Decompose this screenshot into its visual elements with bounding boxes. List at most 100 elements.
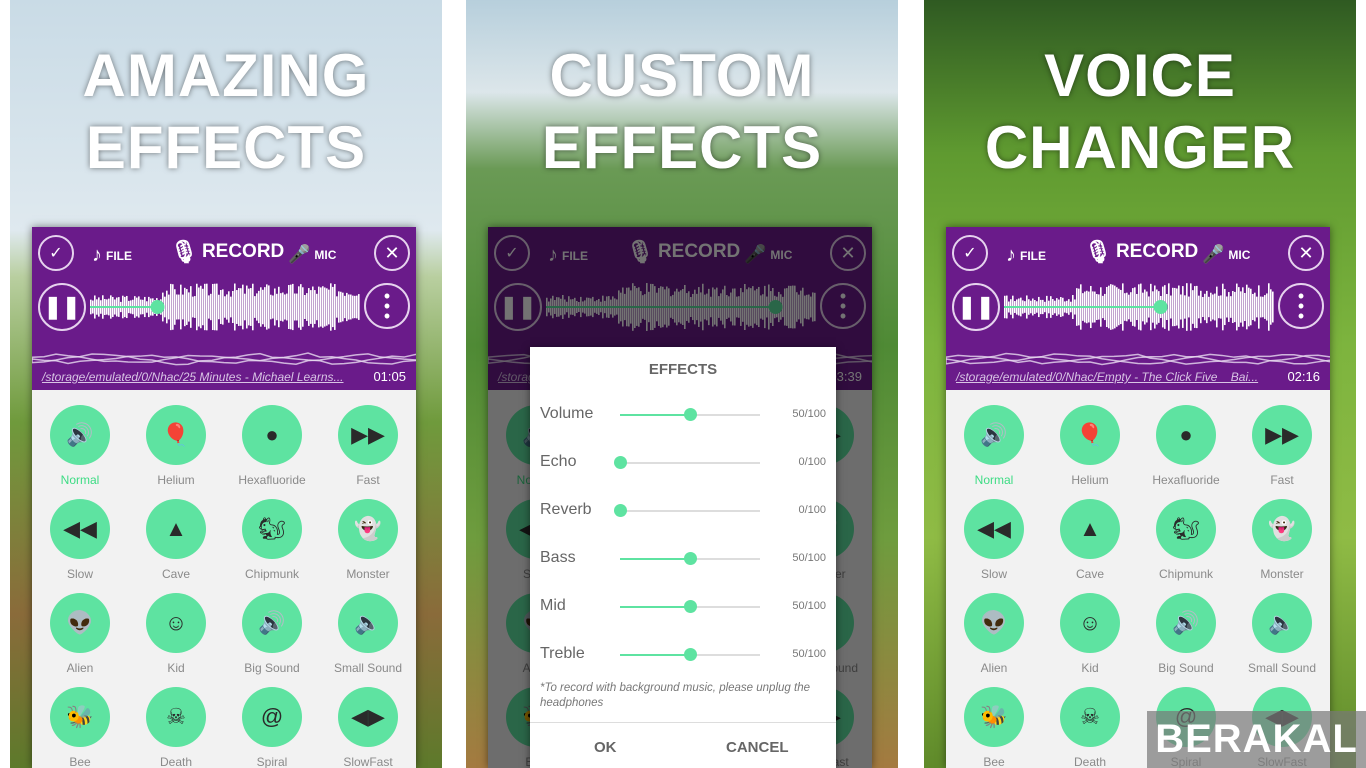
waveform-bar bbox=[1176, 288, 1178, 326]
waveform-bar bbox=[272, 295, 274, 319]
clipboard-check-icon[interactable]: ✓ bbox=[38, 235, 74, 271]
record-button[interactable]: 🎙RECORD bbox=[170, 239, 284, 265]
waveform-bar bbox=[1210, 292, 1212, 322]
file-path-link[interactable]: /storage/emulated/0/Nhac/25 Minutes - Mi… bbox=[42, 370, 344, 384]
effect-monster[interactable]: 👻Monster bbox=[1234, 484, 1330, 581]
effect-cave[interactable]: ▲Cave bbox=[1042, 484, 1138, 581]
waveform-bar bbox=[340, 291, 342, 323]
slider-thumb[interactable] bbox=[614, 456, 627, 469]
effect-monster[interactable]: 👻Monster bbox=[320, 484, 416, 581]
effect-icon: ◀▶ bbox=[338, 687, 398, 747]
effect-slow[interactable]: ◀◀Slow bbox=[32, 484, 128, 581]
effect-fast[interactable]: ▶▶Fast bbox=[1234, 390, 1330, 487]
waveform-bar bbox=[1226, 296, 1228, 318]
ok-button[interactable]: OK bbox=[594, 739, 617, 756]
effect-normal[interactable]: 🔊Normal bbox=[32, 390, 128, 487]
slider-track[interactable] bbox=[620, 648, 760, 661]
slider-thumb[interactable] bbox=[684, 648, 697, 661]
record-button[interactable]: 🎙RECORD bbox=[1084, 239, 1198, 265]
waveform-bar bbox=[256, 293, 258, 321]
waveform-bar bbox=[242, 284, 244, 330]
tools-icon[interactable]: ✕ bbox=[1288, 235, 1324, 271]
effect-alien[interactable]: 👽Alien bbox=[946, 578, 1042, 675]
more-options-button[interactable]: ••• bbox=[1278, 283, 1324, 329]
effect-big-sound[interactable]: 🔊Big Sound bbox=[224, 578, 320, 675]
duration: 02:16 bbox=[1287, 369, 1320, 384]
slider-thumb[interactable] bbox=[684, 552, 697, 565]
slider-track[interactable] bbox=[620, 552, 760, 565]
effect-normal[interactable]: 🔊Normal bbox=[946, 390, 1042, 487]
file-button[interactable]: ♪FILE bbox=[92, 244, 132, 267]
effect-helium[interactable]: 🎈Helium bbox=[128, 390, 224, 487]
effect-death[interactable]: ☠ Death bbox=[128, 672, 224, 768]
waveform-seekbar[interactable] bbox=[1004, 279, 1274, 335]
effect-cave[interactable]: ▲Cave bbox=[128, 484, 224, 581]
effect-label: Death bbox=[1073, 755, 1107, 768]
slider-track[interactable] bbox=[614, 504, 760, 517]
effect-kid[interactable]: ☺Kid bbox=[1042, 578, 1138, 675]
waveform-bar bbox=[200, 285, 202, 329]
waveform-bar bbox=[1240, 291, 1242, 323]
slider-thumb[interactable] bbox=[684, 600, 697, 613]
tools-icon[interactable]: ✕ bbox=[374, 235, 410, 271]
effect-small-sound[interactable]: 🔈Small Sound bbox=[320, 578, 416, 675]
effect-chipmunk[interactable]: 🐿Chipmunk bbox=[1138, 484, 1234, 581]
effect-chipmunk[interactable]: 🐿Chipmunk bbox=[224, 484, 320, 581]
waveform-bar bbox=[270, 294, 272, 320]
waveform-bar bbox=[1218, 295, 1220, 319]
waveform-bar bbox=[1188, 296, 1190, 318]
waveform-bar bbox=[1228, 292, 1230, 322]
slider-value: 50/100 bbox=[792, 600, 826, 612]
waveform-bar bbox=[264, 287, 266, 327]
slider-thumb[interactable] bbox=[684, 408, 697, 421]
waveform-bar bbox=[168, 294, 170, 320]
slider-thumb[interactable] bbox=[614, 504, 627, 517]
effect-bee[interactable]: 🐝 Bee bbox=[946, 672, 1042, 768]
waveform-bar bbox=[1198, 295, 1200, 319]
slider-track[interactable] bbox=[620, 408, 760, 421]
file-path-link[interactable]: /storage/emulated/0/Nhac/Empty - The Cli… bbox=[956, 370, 1258, 384]
effect-kid[interactable]: ☺Kid bbox=[128, 578, 224, 675]
waveform-bar bbox=[248, 288, 250, 326]
pause-button[interactable]: ❚❚ bbox=[38, 283, 86, 331]
effect-death[interactable]: ☠ Death bbox=[1042, 672, 1138, 768]
waveform-bar bbox=[1216, 286, 1218, 328]
waveform-seekbar[interactable] bbox=[90, 279, 360, 335]
slider-track[interactable] bbox=[614, 456, 760, 469]
waveform-bar bbox=[1208, 296, 1210, 318]
effect-small-sound[interactable]: 🔈Small Sound bbox=[1234, 578, 1330, 675]
waveform-bar bbox=[1184, 295, 1186, 319]
effect-spiral[interactable]: @ Spiral bbox=[224, 672, 320, 768]
effect-fast[interactable]: ▶▶Fast bbox=[320, 390, 416, 487]
waveform-bar bbox=[1264, 295, 1266, 319]
cancel-button[interactable]: CANCEL bbox=[726, 739, 789, 756]
waveform-bar bbox=[292, 283, 294, 331]
pause-button[interactable]: ❚❚ bbox=[952, 283, 1000, 331]
waveform-bar bbox=[1266, 293, 1268, 321]
mic-button[interactable]: 🎤MIC bbox=[1202, 244, 1250, 265]
slider-treble: Treble 50/100 bbox=[530, 640, 836, 670]
waveform-bar bbox=[1174, 287, 1176, 327]
effect-slowfast[interactable]: ◀▶ SlowFast bbox=[320, 672, 416, 768]
effect-hexafluoride[interactable]: ●Hexafluoride bbox=[1138, 390, 1234, 487]
waveform-bar bbox=[262, 289, 264, 325]
mic-button[interactable]: 🎤MIC bbox=[288, 244, 336, 265]
more-options-button[interactable]: ••• bbox=[364, 283, 410, 329]
effect-icon: 🐿 bbox=[242, 499, 302, 559]
effect-slow[interactable]: ◀◀Slow bbox=[946, 484, 1042, 581]
waveform-bar bbox=[226, 294, 228, 320]
effect-alien[interactable]: 👽Alien bbox=[32, 578, 128, 675]
effect-bee[interactable]: 🐝 Bee bbox=[32, 672, 128, 768]
slider-track[interactable] bbox=[620, 600, 760, 613]
effect-hexafluoride[interactable]: ●Hexafluoride bbox=[224, 390, 320, 487]
waveform-bar bbox=[342, 292, 344, 322]
clipboard-check-icon[interactable]: ✓ bbox=[952, 235, 988, 271]
waveform-bar bbox=[1206, 290, 1208, 324]
waveform-bar bbox=[214, 283, 216, 331]
effect-big-sound[interactable]: 🔊Big Sound bbox=[1138, 578, 1234, 675]
waveform-bar bbox=[1170, 295, 1172, 319]
file-button[interactable]: ♪FILE bbox=[1006, 244, 1046, 267]
effect-helium[interactable]: 🎈Helium bbox=[1042, 390, 1138, 487]
waveform-bar bbox=[352, 295, 354, 319]
waveform-bar bbox=[318, 286, 320, 328]
